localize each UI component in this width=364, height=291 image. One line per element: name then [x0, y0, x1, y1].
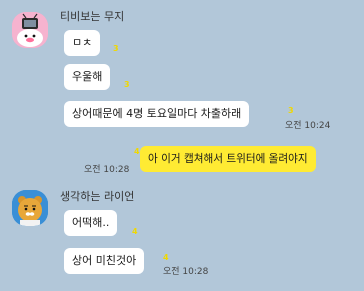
unread-count: 4: [163, 253, 169, 262]
message-text: ㅁㅊ: [72, 36, 93, 49]
message-bubble[interactable]: 상어때문에 4명 토요일마다 차출하래: [64, 101, 250, 127]
message-text: 어떡해..: [72, 216, 110, 229]
message-time: 오전 10:24: [285, 121, 331, 131]
unread-count: 3: [124, 80, 130, 89]
message-bubble[interactable]: ㅁㅊ: [64, 30, 101, 56]
unread-count: 4: [132, 227, 138, 236]
message-bubble[interactable]: 우울해: [64, 64, 111, 90]
unread-count: 3: [113, 44, 119, 53]
message-bubble[interactable]: 어떡해..: [64, 210, 118, 236]
message-text: 아 이거 캡쳐해서 트위터에 올려야지: [148, 153, 308, 165]
sender-name: 생각하는 라이언: [60, 190, 135, 203]
message-text: 상어 미친것아: [72, 254, 137, 267]
unread-count: 4: [134, 147, 140, 156]
message-time: 오전 10:28: [163, 267, 209, 277]
unread-count: 3: [288, 106, 294, 115]
message-bubble[interactable]: 상어 미친것아: [64, 248, 145, 274]
message-text: 상어때문에 4명 토요일마다 차출하래: [72, 107, 242, 120]
muzi-avatar-icon[interactable]: [12, 12, 48, 48]
sender-name: 티비보는 무지: [60, 10, 125, 23]
my-message-bubble[interactable]: 아 이거 캡쳐해서 트위터에 올려야지: [140, 146, 316, 172]
message-text: 우울해: [72, 70, 103, 83]
ryan-avatar-icon[interactable]: [12, 190, 48, 226]
message-time: 오전 10:28: [84, 165, 130, 175]
